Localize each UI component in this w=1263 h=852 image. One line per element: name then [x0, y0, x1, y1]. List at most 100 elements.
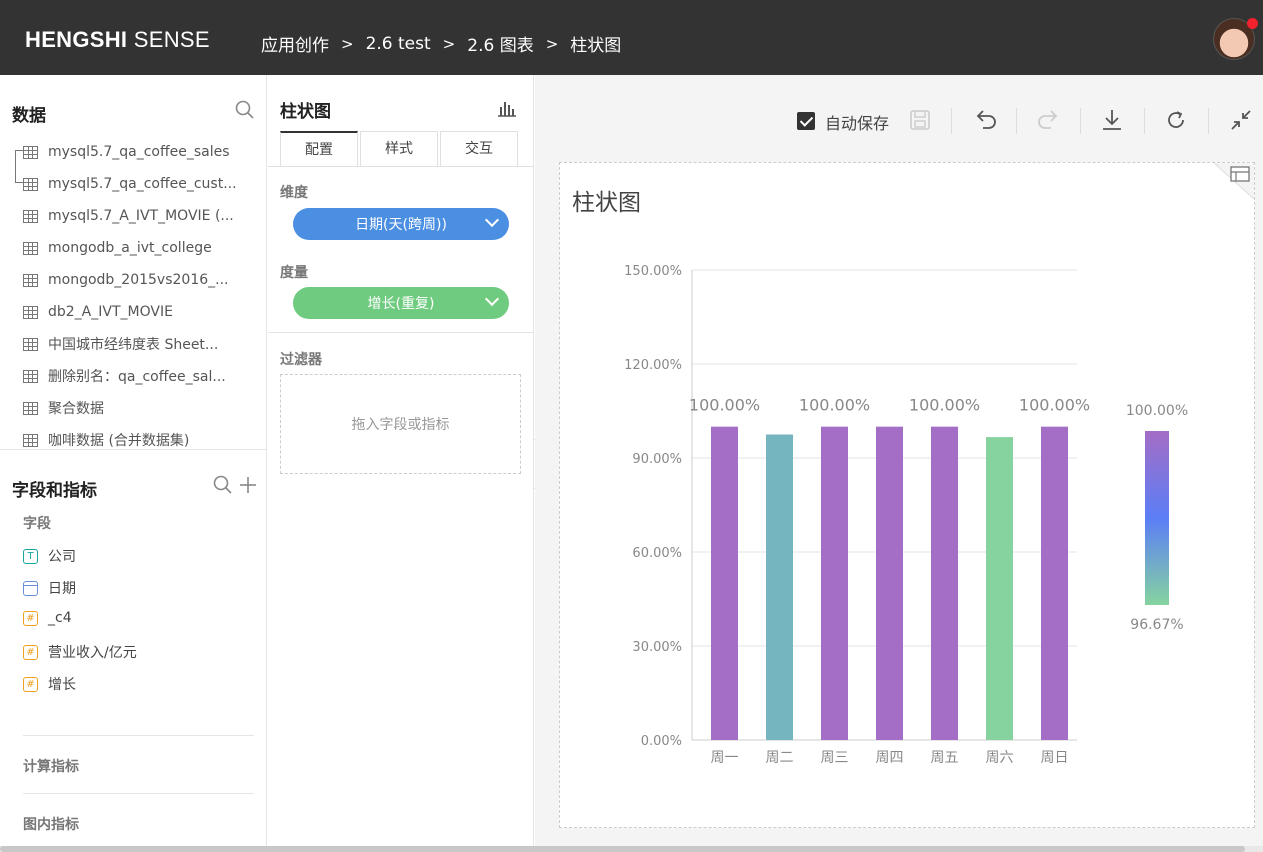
- toolbar-separator: [1208, 108, 1209, 134]
- autosave-checkbox[interactable]: [797, 112, 815, 130]
- chart-metrics-label[interactable]: 图内指标: [23, 814, 79, 834]
- config-tabs: 配置 样式 交互: [280, 131, 520, 167]
- dataset-name: mongodb_a_ivt_college: [48, 240, 212, 256]
- table-icon: [23, 209, 38, 223]
- dataset-name: mysql5.7_A_IVT_MOVIE (...: [48, 208, 234, 224]
- field-item[interactable]: # 营业收入/亿元: [23, 642, 137, 662]
- autosave-label: 自动保存: [825, 114, 890, 133]
- search-icon[interactable]: [213, 475, 233, 495]
- x-tick-label: 周五: [931, 750, 959, 766]
- breadcrumb-item-chart: 柱状图: [570, 36, 622, 56]
- bar: [711, 426, 738, 740]
- dataset-name: 聚合数据: [48, 401, 104, 417]
- exit-fullscreen-icon[interactable]: [1227, 106, 1255, 134]
- field-name: 公司: [48, 549, 76, 565]
- bar: [876, 426, 903, 740]
- y-tick-label: 150.00%: [624, 264, 682, 279]
- breadcrumb-separator: >: [545, 34, 559, 53]
- field-item[interactable]: 日期: [23, 578, 76, 598]
- number-type-icon: #: [23, 644, 38, 660]
- dataset-name: mysql5.7_qa_coffee_cust...: [48, 176, 237, 192]
- field-name: _c4: [48, 610, 72, 626]
- chevron-down-icon[interactable]: [484, 212, 500, 228]
- breadcrumb-separator: >: [341, 34, 354, 53]
- tab-interaction[interactable]: 交互: [440, 131, 518, 167]
- y-tick-label: 120.00%: [624, 358, 682, 373]
- dataset-name: 咖啡数据 (合并数据集): [48, 433, 190, 449]
- dataset-name: 中国城市经纬度表 Sheet...: [48, 337, 219, 353]
- x-tick-label: 周一: [711, 750, 739, 766]
- config-panel: 柱状图 配置 样式 交互 维度 日期(天(跨周)) 度量 增长(重复) 过滤器 …: [268, 75, 534, 852]
- bar: [931, 426, 958, 740]
- dataset-name: 删除别名：qa_coffee_sal...: [48, 369, 226, 385]
- dimension-pill[interactable]: 日期(天(跨周)): [293, 208, 509, 240]
- tab-config[interactable]: 配置: [280, 131, 358, 167]
- chevron-down-icon[interactable]: [484, 291, 500, 307]
- tabs-underline: [268, 166, 534, 167]
- dataset-item[interactable]: 咖啡数据 (合并数据集): [23, 430, 189, 450]
- add-icon[interactable]: [238, 475, 258, 495]
- dataset-item[interactable]: 聚合数据: [23, 398, 104, 418]
- y-tick-label: 60.00%: [632, 546, 682, 561]
- number-type-icon: #: [23, 676, 38, 692]
- tab-style[interactable]: 样式: [360, 131, 438, 167]
- filter-drop-zone[interactable]: 拖入字段或指标: [280, 374, 521, 474]
- download-icon[interactable]: [1098, 106, 1126, 134]
- dataset-item[interactable]: mongodb_2015vs2016_...: [23, 270, 229, 290]
- redo-icon[interactable]: [1035, 106, 1063, 134]
- section-divider: [268, 332, 534, 333]
- table-icon: [23, 369, 38, 383]
- bar: [821, 426, 848, 740]
- refresh-icon[interactable]: [1162, 106, 1190, 134]
- brand-logo[interactable]: HENGSHI SENSE: [25, 27, 210, 53]
- toolbar-separator: [1080, 108, 1081, 134]
- measure-pill[interactable]: 增长(重复): [293, 287, 509, 319]
- dataset-name: mongodb_2015vs2016_...: [48, 272, 229, 288]
- dataset-item[interactable]: 中国城市经纬度表 Sheet...: [23, 334, 218, 354]
- data-label: 100.00%: [799, 396, 870, 415]
- dataset-item[interactable]: mysql5.7_qa_coffee_cust...: [23, 174, 237, 194]
- dimension-label: 维度: [280, 185, 308, 201]
- calc-metrics-label[interactable]: 计算指标: [23, 756, 79, 776]
- bar-chart-icon[interactable]: [497, 99, 517, 117]
- field-item[interactable]: # _c4: [23, 610, 72, 626]
- breadcrumb-item-dashboard[interactable]: 2.6 图表: [467, 31, 533, 56]
- data-panel-title: 数据: [12, 106, 46, 126]
- breadcrumb-item-project[interactable]: 2.6 test: [366, 34, 431, 54]
- dataset-item[interactable]: mysql5.7_A_IVT_MOVIE (...: [23, 206, 234, 226]
- y-tick-label: 0.00%: [641, 734, 682, 749]
- number-type-icon: #: [23, 610, 38, 626]
- x-tick-label: 周六: [986, 750, 1014, 766]
- toolbar-separator: [1144, 108, 1145, 134]
- notification-dot: [1247, 18, 1258, 29]
- toolbar-separator: [951, 108, 952, 134]
- legend-min-label: 96.67%: [1130, 617, 1183, 633]
- tree-connector: [15, 150, 23, 183]
- table-icon: [23, 241, 38, 255]
- dataset-item[interactable]: 删除别名：qa_coffee_sal...: [23, 366, 226, 386]
- search-icon[interactable]: [235, 100, 255, 120]
- breadcrumb-item-app[interactable]: 应用创作: [261, 31, 329, 56]
- dataset-item[interactable]: db2_A_IVT_MOVIE: [23, 302, 173, 322]
- bar: [1041, 426, 1068, 740]
- y-tick-label: 90.00%: [632, 452, 682, 467]
- save-icon[interactable]: [906, 106, 934, 134]
- table-icon: [23, 305, 38, 319]
- field-name: 增长: [48, 677, 76, 693]
- horizontal-scrollbar[interactable]: [0, 846, 1245, 852]
- table-icon: [23, 337, 38, 351]
- x-tick-label: 周日: [1041, 750, 1069, 766]
- dataset-item[interactable]: mysql5.7_qa_coffee_sales: [23, 142, 230, 162]
- fields-label: 字段: [23, 516, 51, 532]
- field-item[interactable]: # 增长: [23, 674, 76, 694]
- table-icon: [23, 433, 38, 447]
- undo-icon[interactable]: [971, 106, 999, 134]
- color-legend-bar: [1145, 431, 1169, 605]
- bar: [766, 434, 793, 740]
- data-label: 100.00%: [689, 396, 760, 415]
- field-item[interactable]: T 公司: [23, 546, 76, 566]
- dataset-item[interactable]: mongodb_a_ivt_college: [23, 238, 212, 258]
- table-icon: [23, 145, 38, 159]
- field-name: 营业收入/亿元: [48, 645, 137, 661]
- bar: [986, 437, 1013, 740]
